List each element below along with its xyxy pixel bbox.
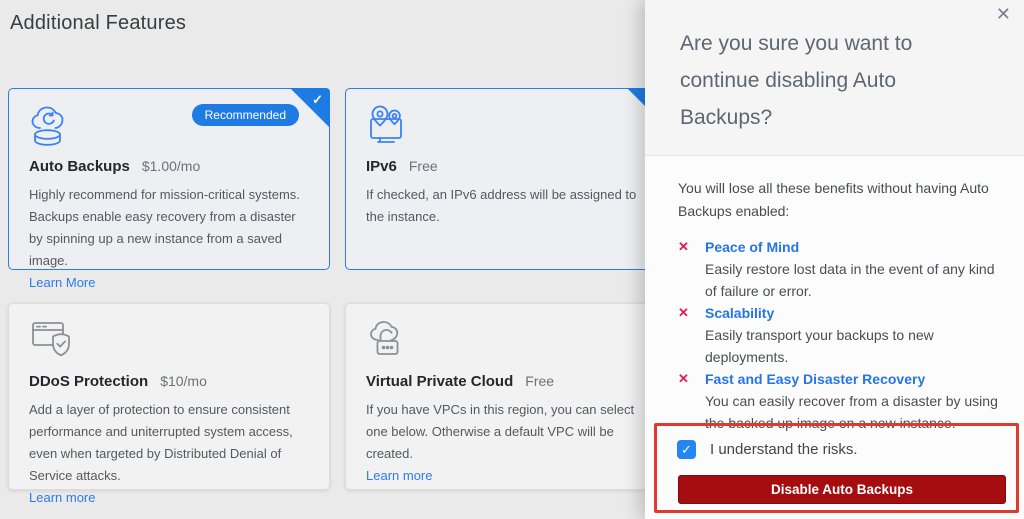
benefit-description: Easily transport your backups to new dep… <box>705 324 1006 368</box>
selected-corner <box>290 88 330 128</box>
benefit-description: You can easily recover from a disaster b… <box>705 390 1006 434</box>
benefit-item: ✕ Peace of Mind Easily restore lost data… <box>678 236 1006 302</box>
modal-body: You will lose all these benefits without… <box>645 156 1024 434</box>
feature-description: If you have VPCs in this region, you can… <box>366 399 646 465</box>
feature-card-vpc[interactable]: Virtual Private Cloud Free If you have V… <box>345 303 667 490</box>
red-x-icon: ✕ <box>678 368 705 434</box>
cloud-lock-icon <box>366 318 412 364</box>
selected-check-icon: ✓ <box>312 92 323 108</box>
page-title: Additional Features <box>10 12 186 35</box>
learn-more-link[interactable]: Learn more <box>366 468 432 483</box>
modal-intro: You will lose all these benefits without… <box>678 177 1006 223</box>
cloud-backup-icon <box>29 103 75 149</box>
feature-price: Free <box>525 373 554 389</box>
recommended-badge: Recommended <box>192 104 299 126</box>
benefit-item: ✕ Scalability Easily transport your back… <box>678 302 1006 368</box>
window-shield-icon <box>29 318 75 364</box>
feature-description: If checked, an IPv6 address will be assi… <box>366 184 646 228</box>
red-x-icon: ✕ <box>678 302 705 368</box>
feature-name: IPv6 <box>366 158 397 175</box>
disable-auto-backups-button[interactable]: Disable Auto Backups <box>678 475 1006 504</box>
feature-price: Free <box>409 158 438 174</box>
risk-confirmation-row: ✓ I understand the risks. <box>677 440 858 459</box>
benefit-title-link[interactable]: Peace of Mind <box>705 236 1006 258</box>
benefit-title-link[interactable]: Fast and Easy Disaster Recovery <box>705 368 1006 390</box>
feature-card-ipv6[interactable]: ✓ IPv6 Free If checked, an IPv6 address … <box>345 88 667 270</box>
benefit-item: ✕ Fast and Easy Disaster Recovery You ca… <box>678 368 1006 434</box>
feature-price: $10/mo <box>160 373 207 389</box>
benefit-list: ✕ Peace of Mind Easily restore lost data… <box>678 236 1006 434</box>
disable-auto-backups-modal: ✕ Are you sure you want to continue disa… <box>645 0 1024 519</box>
learn-more-link[interactable]: Learn More <box>29 275 95 290</box>
feature-card-auto-backups[interactable]: Recommended ✓ Auto Backups $1.00/mo High… <box>8 88 330 270</box>
deploy-page: Additional Features Recommended ✓ Auto B… <box>0 0 1024 519</box>
close-icon[interactable]: ✕ <box>996 4 1011 25</box>
learn-more-link[interactable]: Learn more <box>29 490 95 505</box>
modal-header: Are you sure you want to continue disabl… <box>645 0 1024 156</box>
feature-price: $1.00/mo <box>142 158 200 174</box>
benefit-title-link[interactable]: Scalability <box>705 302 1006 324</box>
benefit-description: Easily restore lost data in the event of… <box>705 258 1006 302</box>
checkbox-check-icon: ✓ <box>681 442 692 457</box>
feature-name: Virtual Private Cloud <box>366 373 513 390</box>
feature-name: DDoS Protection <box>29 373 148 390</box>
checkbox-label: I understand the risks. <box>710 441 858 458</box>
modal-title: Are you sure you want to continue disabl… <box>680 25 942 136</box>
feature-card-ddos-protection[interactable]: DDoS Protection $10/mo Add a layer of pr… <box>8 303 330 490</box>
feature-description: Highly recommend for mission-critical sy… <box>29 184 309 272</box>
feature-name: Auto Backups <box>29 158 130 175</box>
understand-risks-checkbox[interactable]: ✓ <box>677 440 696 459</box>
feature-description: Add a layer of protection to ensure cons… <box>29 399 309 487</box>
red-x-icon: ✕ <box>678 236 705 302</box>
monitor-location-pins-icon <box>366 103 412 149</box>
